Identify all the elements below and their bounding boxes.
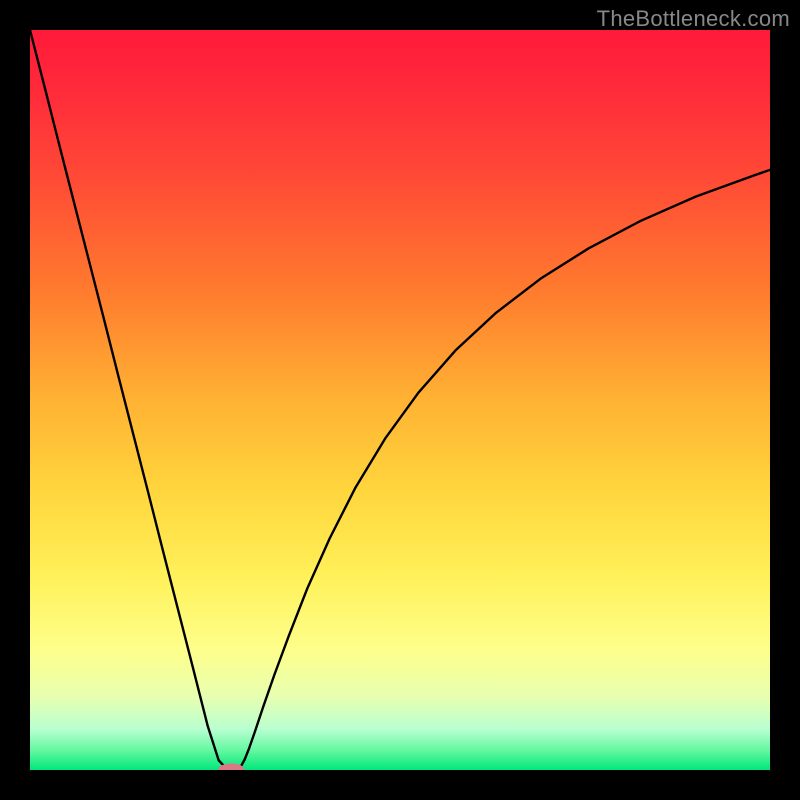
bottleneck-chart: [30, 30, 770, 770]
chart-frame: TheBottleneck.com: [0, 0, 800, 800]
gradient-background: [30, 30, 770, 770]
plot-area: [30, 30, 770, 770]
watermark-text: TheBottleneck.com: [597, 6, 790, 32]
